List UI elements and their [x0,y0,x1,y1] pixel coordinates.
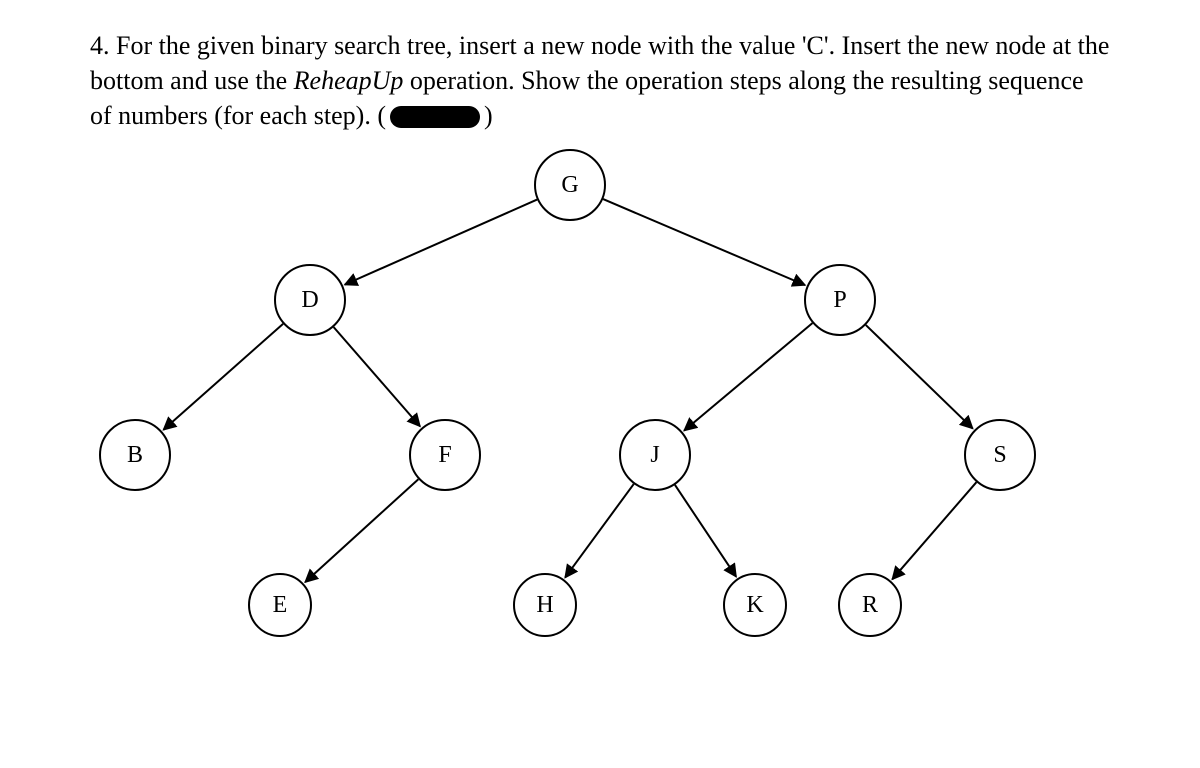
edge-g-p [603,199,805,285]
operation-name: ReheapUp [294,66,404,95]
edge-d-b [163,324,283,430]
node-s: S [964,419,1036,491]
node-b: B [99,419,171,491]
node-h: H [513,573,577,637]
edge-g-d [345,200,537,285]
node-d: D [274,264,346,336]
edge-p-s [866,325,973,429]
edge-p-j [684,323,812,430]
node-p: P [804,264,876,336]
node-f: F [409,419,481,491]
node-k: K [723,573,787,637]
node-g: G [534,149,606,221]
edge-d-f [334,327,420,426]
node-r: R [838,573,902,637]
node-j: J [619,419,691,491]
node-e: E [248,573,312,637]
edge-s-r [892,482,976,579]
page: 4. For the given binary search tree, ins… [0,0,1200,768]
edge-f-e [305,479,418,582]
redacted-points [390,106,480,128]
question-text: 4. For the given binary search tree, ins… [90,28,1110,133]
closing-paren: ) [484,101,493,130]
edge-j-h [565,484,634,578]
edge-j-k [675,485,736,577]
